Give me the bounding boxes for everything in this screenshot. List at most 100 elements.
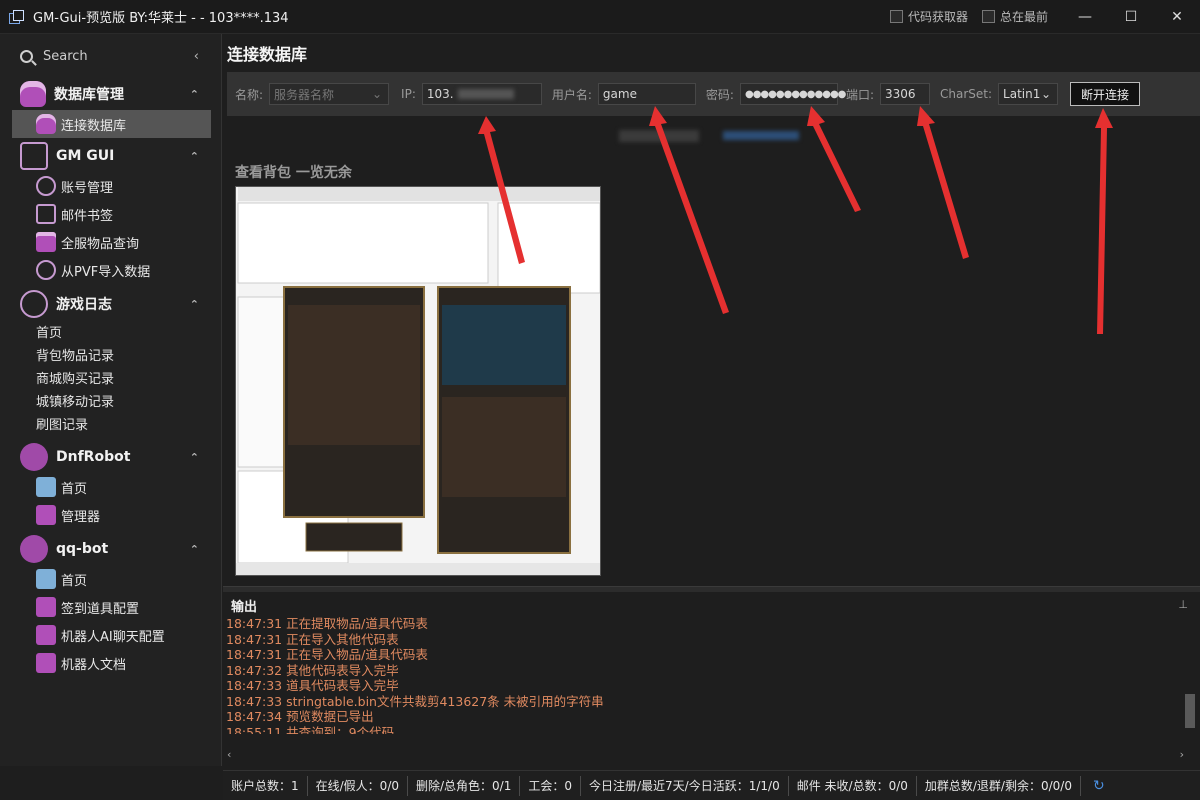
status-accounts: 账户总数：1 [223, 775, 308, 796]
status-online: 在线/假人：0/0 [308, 775, 408, 796]
sidebar-item-town-log[interactable]: 城镇移动记录 [0, 389, 221, 412]
splitter[interactable] [223, 586, 1200, 592]
pin-icon[interactable]: ⊥ [1178, 598, 1188, 611]
group-dnfrobot[interactable]: DnfRobot ⌃ [0, 441, 221, 473]
sidebar-item-dungeon-log[interactable]: 刷图记录 [0, 412, 221, 435]
map-icon [36, 477, 56, 497]
group-label: GM GUI [56, 148, 115, 164]
sidebar-item-log-home[interactable]: 首页 [0, 320, 221, 343]
sidebar-item-bag-log[interactable]: 背包物品记录 [0, 343, 221, 366]
sidebar-item-pvf-import[interactable]: 从PVF导入数据 [0, 256, 221, 284]
sidebar-item-shop-log[interactable]: 商城购买记录 [0, 366, 221, 389]
sidebar-item-ai-chat-config[interactable]: 机器人AI聊天配置 [0, 621, 221, 649]
scroll-thumb[interactable] [1185, 694, 1195, 728]
chevron-up-icon[interactable]: ⌃ [190, 543, 199, 556]
output-title: 输出 [231, 599, 258, 615]
always-on-top-label: 总在最前 [999, 10, 1048, 24]
item-label: 签到道具配置 [61, 601, 140, 617]
checkbox-box[interactable] [981, 10, 995, 23]
log-line: 18:47:33 stringtable.bin文件共裁剪413627条 未被引… [226, 693, 604, 709]
always-on-top-checkbox[interactable]: 总在最前 [981, 8, 1048, 25]
chevron-up-icon[interactable]: ⌃ [190, 150, 199, 163]
sidebar-item-robot-manager[interactable]: 管理器 [0, 501, 221, 529]
log-line: 18:47:31 正在提取物品/道具代码表 [226, 616, 428, 631]
item-label: 全服物品查询 [61, 236, 140, 252]
item-label: 首页 [61, 573, 88, 589]
globe-icon [20, 290, 48, 318]
title-bar: GM-Gui-预览版 BY:华莱士 - - 103****.134 代码获取器 … [0, 0, 1200, 34]
robot-icon [20, 443, 48, 471]
chevron-up-icon[interactable]: ⌃ [190, 88, 199, 101]
map-icon [36, 569, 56, 589]
arrow-disconnect [1095, 108, 1113, 334]
robot-icon [20, 535, 48, 563]
database-icon [36, 114, 56, 134]
sign-icon [36, 653, 56, 673]
item-label: 账号管理 [61, 180, 114, 196]
group-label: qq-bot [56, 541, 109, 557]
chevron-up-icon[interactable]: ⌃ [190, 298, 199, 311]
sidebar-item-robot-home[interactable]: 首页 [0, 473, 221, 501]
sign-icon [36, 505, 56, 525]
item-label: 机器人文档 [61, 657, 127, 673]
sidebar-item-item-query[interactable]: 全服物品查询 [0, 228, 221, 256]
group-qq-bot[interactable]: qq-bot ⌃ [0, 533, 221, 565]
annotation-arrows [478, 106, 1113, 334]
status-roles: 删除/总角色：0/1 [408, 775, 521, 796]
group-label: DnfRobot [56, 449, 131, 465]
sidebar-item-bot-docs[interactable]: 机器人文档 [0, 649, 221, 677]
sign-icon [36, 625, 56, 645]
search-box[interactable]: Search ‹ [0, 34, 221, 78]
refresh-icon[interactable]: ↻ [1093, 778, 1105, 794]
group-label: 数据库管理 [54, 87, 124, 103]
item-label: 机器人AI聊天配置 [61, 629, 165, 645]
log-line: 18:47:33 道具代码表导入完毕 [226, 678, 399, 693]
search-icon [20, 49, 33, 63]
scroll-right-icon[interactable]: › [1180, 748, 1184, 761]
status-guild: 工会：0 [520, 775, 581, 796]
item-label: 管理器 [61, 509, 101, 525]
log-list: 18:47:31 正在提取物品/道具代码表 18:47:31 正在导入其他代码表… [223, 616, 1200, 734]
database-icon [20, 81, 46, 107]
sign-icon [36, 597, 56, 617]
checkbox-box[interactable] [889, 10, 903, 23]
vertical-scrollbar[interactable] [1184, 614, 1196, 756]
log-line: 18:47:31 正在导入其他代码表 [226, 631, 399, 647]
code-fetcher-checkbox[interactable]: 代码获取器 [889, 8, 968, 25]
import-icon [36, 260, 56, 280]
arrow-pwd [807, 106, 861, 212]
horizontal-scrollbar[interactable]: ‹ › [227, 748, 1184, 762]
scroll-left-icon[interactable]: ‹ [227, 748, 231, 761]
group-label: 游戏日志 [56, 297, 112, 313]
code-fetcher-label: 代码获取器 [907, 10, 968, 24]
close-button[interactable]: ✕ [1154, 0, 1200, 34]
user-window-icon [20, 142, 48, 170]
log-line: 18:55:11 共查询到：9个代码 [226, 724, 395, 735]
status-bar: 账户总数：1 在线/假人：0/0 删除/总角色：0/1 工会：0 今日注册/最近… [223, 770, 1200, 800]
arrow-port [917, 106, 969, 259]
minimize-button[interactable]: — [1062, 0, 1108, 34]
status-group: 加群总数/退群/剩余：0/0/0 [917, 775, 1081, 796]
sidebar-item-mail[interactable]: 邮件书签 [0, 200, 221, 228]
mail-icon [36, 204, 56, 224]
app-icon [9, 9, 24, 24]
sidebar-item-checkin-config[interactable]: 签到道具配置 [0, 593, 221, 621]
collapse-sidebar-icon[interactable]: ‹ [194, 49, 199, 64]
arrow-ip [478, 116, 525, 264]
sidebar-item-connect-db[interactable]: 连接数据库 [12, 110, 211, 138]
group-game-log[interactable]: 游戏日志 ⌃ [0, 288, 221, 320]
group-gm-gui[interactable]: GM GUI ⌃ [0, 140, 221, 172]
item-label: 从PVF导入数据 [61, 264, 151, 280]
chevron-up-icon[interactable]: ⌃ [190, 451, 199, 464]
search-label: Search [43, 48, 88, 64]
maximize-button[interactable]: ☐ [1108, 0, 1154, 34]
sidebar-item-bot-home[interactable]: 首页 [0, 565, 221, 593]
log-line: 18:47:31 正在导入物品/道具代码表 [226, 647, 428, 662]
main-panel: 连接数据库 名称: 服务器名称 ⌄ IP: 103. 用户名: game 密码: … [223, 34, 1200, 766]
item-label: 邮件书签 [61, 208, 114, 224]
item-label: 首页 [61, 481, 88, 497]
status-mail: 邮件 未收/总数：0/0 [789, 775, 917, 796]
group-database[interactable]: 数据库管理 ⌃ [0, 78, 221, 110]
database-icon [36, 232, 56, 252]
sidebar-item-accounts[interactable]: 账号管理 [0, 172, 221, 200]
